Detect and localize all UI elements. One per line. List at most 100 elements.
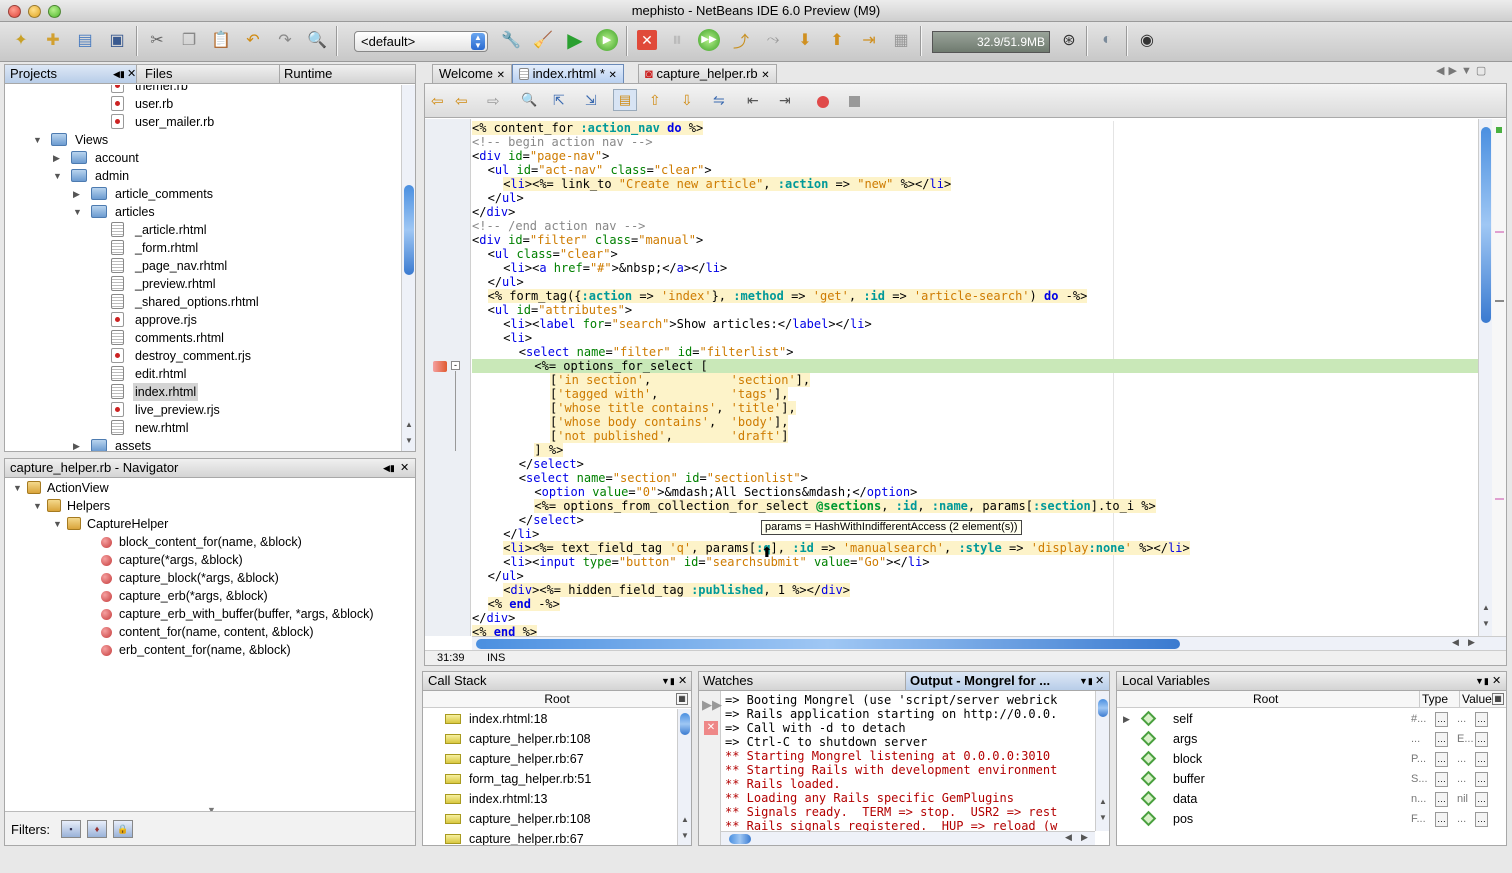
tree-item[interactable]: ▶ article_comments: [5, 185, 401, 203]
call-stack-row[interactable]: capture_helper.rb:108: [423, 729, 677, 749]
tree-item[interactable]: _preview.rhtml: [5, 275, 401, 293]
expand-triangle-icon[interactable]: ▼: [13, 479, 22, 497]
find-previous-icon[interactable]: ⇱: [553, 92, 565, 109]
output-hscroll-thumb[interactable]: [729, 834, 751, 844]
type-editor-button[interactable]: …: [1435, 792, 1448, 807]
tree-item[interactable]: approve.rjs: [5, 311, 401, 329]
column-chooser-icon[interactable]: ▦: [1492, 693, 1504, 705]
navigator-item[interactable]: content_for(name, content, &block): [5, 623, 405, 641]
scroll-down-icon[interactable]: ▼: [681, 831, 689, 840]
navigator-item[interactable]: capture(*args, &block): [5, 551, 405, 569]
tree-item[interactable]: new.rhtml: [5, 419, 401, 437]
code-line[interactable]: ['not published', 'draft']: [472, 429, 789, 443]
tab-index-rhtml[interactable]: index.rhtml * ✕: [512, 64, 624, 83]
call-stack-row[interactable]: form_tag_helper.rb:51: [423, 769, 677, 789]
filter-fields-icon[interactable]: ▪: [61, 820, 81, 838]
next-bookmark-icon[interactable]: ⇩: [681, 92, 693, 109]
close-icon[interactable]: ✕: [497, 70, 505, 81]
value-editor-button[interactable]: …: [1475, 732, 1488, 747]
find-selection-icon[interactable]: 🔍: [521, 92, 537, 108]
open-project-icon[interactable]: ▤: [72, 27, 98, 53]
last-edit-icon[interactable]: ⇦: [455, 92, 468, 110]
step-into-icon[interactable]: ⬇: [792, 27, 818, 53]
error-stripe-mark[interactable]: [1495, 498, 1504, 500]
scroll-tabs-right-icon[interactable]: ▶: [1448, 65, 1460, 77]
code-line[interactable]: </select>: [472, 513, 584, 527]
call-stack-column-header[interactable]: Root ▦: [423, 691, 691, 708]
project-properties-icon[interactable]: 🔧: [498, 27, 524, 53]
local-variable-row[interactable]: buffer S...…...…: [1117, 769, 1506, 789]
code-line[interactable]: <% end -%>: [472, 597, 560, 611]
new-project-icon[interactable]: ✚: [40, 27, 66, 53]
tree-item[interactable]: comments.rhtml: [5, 329, 401, 347]
editor-hscroll-thumb[interactable]: [476, 639, 1180, 649]
close-icon[interactable]: ✕: [1492, 672, 1501, 690]
tree-item[interactable]: edit.rhtml: [5, 365, 401, 383]
finish-session-icon[interactable]: ✕: [634, 27, 660, 53]
tree-item[interactable]: user.rb: [5, 95, 401, 113]
call-stack-row[interactable]: index.rhtml:18: [423, 709, 677, 729]
back-icon[interactable]: ⇦: [431, 92, 444, 110]
expand-triangle-icon[interactable]: ▼: [33, 497, 42, 515]
clean-build-icon[interactable]: 🧹: [530, 27, 556, 53]
type-editor-button[interactable]: …: [1435, 712, 1448, 727]
output-hscrollbar[interactable]: ◀ ▶: [721, 831, 1095, 845]
column-chooser-icon[interactable]: ▦: [676, 693, 688, 705]
new-file-icon[interactable]: ✦: [8, 27, 34, 53]
code-line[interactable]: <ul id="act-nav" class="clear">: [472, 163, 712, 177]
expand-triangle-icon[interactable]: ▼: [33, 131, 42, 149]
code-line[interactable]: <li><a href="#">&nbsp;</a></li>: [472, 261, 727, 275]
type-editor-button[interactable]: …: [1435, 812, 1448, 827]
tree-item[interactable]: _page_nav.rhtml: [5, 257, 401, 275]
close-icon[interactable]: ✕: [400, 459, 409, 477]
fold-collapse-icon[interactable]: -: [451, 361, 460, 370]
step-over-expression-icon[interactable]: ⤳: [760, 27, 786, 53]
previous-bookmark-icon[interactable]: ⇧: [649, 92, 661, 109]
navigator-item[interactable]: capture_block(*args, &block): [5, 569, 405, 587]
call-stack-row[interactable]: capture_helper.rb:108: [423, 809, 677, 829]
scroll-down-icon[interactable]: ▼: [1099, 813, 1107, 822]
call-stack-row[interactable]: index.rhtml:13: [423, 789, 677, 809]
redo-icon[interactable]: ↷: [272, 27, 298, 53]
code-line[interactable]: <div id="filter" class="manual">: [472, 233, 703, 247]
minimize-icon[interactable]: ▼▮: [1079, 672, 1093, 690]
find-icon[interactable]: 🔍: [304, 27, 330, 53]
paste-icon[interactable]: 📋: [208, 27, 234, 53]
step-out-icon[interactable]: ⬆: [824, 27, 850, 53]
navigator-item[interactable]: capture_erb_with_buffer(buffer, *args, &…: [5, 605, 405, 623]
undo-icon[interactable]: ↶: [240, 27, 266, 53]
code-line[interactable]: <%= options_from_collection_for_select @…: [472, 499, 1156, 513]
tree-item[interactable]: destroy_comment.rjs: [5, 347, 401, 365]
scroll-right-icon[interactable]: ▶: [1081, 832, 1088, 843]
code-line[interactable]: <% content_for :action_nav do %>: [472, 121, 704, 135]
editor-gutter[interactable]: -: [425, 119, 471, 636]
forward-icon[interactable]: ⇨: [487, 92, 500, 110]
scroll-up-icon[interactable]: ▲: [1482, 603, 1490, 612]
code-line[interactable]: </ul>: [472, 569, 524, 583]
code-line[interactable]: <!-- begin action nav -->: [472, 135, 653, 149]
scroll-right-icon[interactable]: ▶: [1468, 637, 1475, 648]
scroll-left-icon[interactable]: ◀: [1452, 637, 1459, 648]
call-stack-scrollbar[interactable]: ▲ ▼: [677, 709, 691, 845]
tab-list-icon[interactable]: ▼: [1461, 65, 1476, 77]
code-line[interactable]: ['whose body contains', 'body'],: [472, 415, 789, 429]
minimize-icon[interactable]: ◀▮: [113, 65, 125, 83]
tab-capture-helper[interactable]: ◙ capture_helper.rb ✕: [638, 64, 777, 83]
collapse-triangle-icon[interactable]: ▶: [53, 149, 60, 167]
close-icon[interactable]: ✕: [127, 65, 136, 83]
tree-item[interactable]: _article.rhtml: [5, 221, 401, 239]
code-line[interactable]: <li><input type="button" id="searchsubmi…: [472, 555, 929, 569]
projects-scroll-thumb[interactable]: [404, 185, 414, 275]
value-editor-button[interactable]: …: [1475, 752, 1488, 767]
code-line[interactable]: <li><label for="search">Show articles:</…: [472, 317, 872, 331]
column-value[interactable]: Value: [1459, 691, 1492, 707]
debug-icon[interactable]: ▶: [594, 27, 620, 53]
record-macro-icon[interactable]: ◉: [1134, 27, 1160, 53]
output-text[interactable]: => Booting Mongrel (use 'script/server w…: [699, 693, 1091, 831]
minimize-icon[interactable]: ▼▮: [661, 672, 675, 690]
code-line[interactable]: ['in section', 'section'],: [472, 373, 811, 387]
scroll-left-icon[interactable]: ◀: [1065, 832, 1072, 843]
navigator-item[interactable]: ▼ ActionView: [5, 479, 405, 497]
shift-right-icon[interactable]: ⇥: [779, 92, 791, 109]
tab-projects[interactable]: Projects ◀▮ ✕: [5, 65, 137, 83]
